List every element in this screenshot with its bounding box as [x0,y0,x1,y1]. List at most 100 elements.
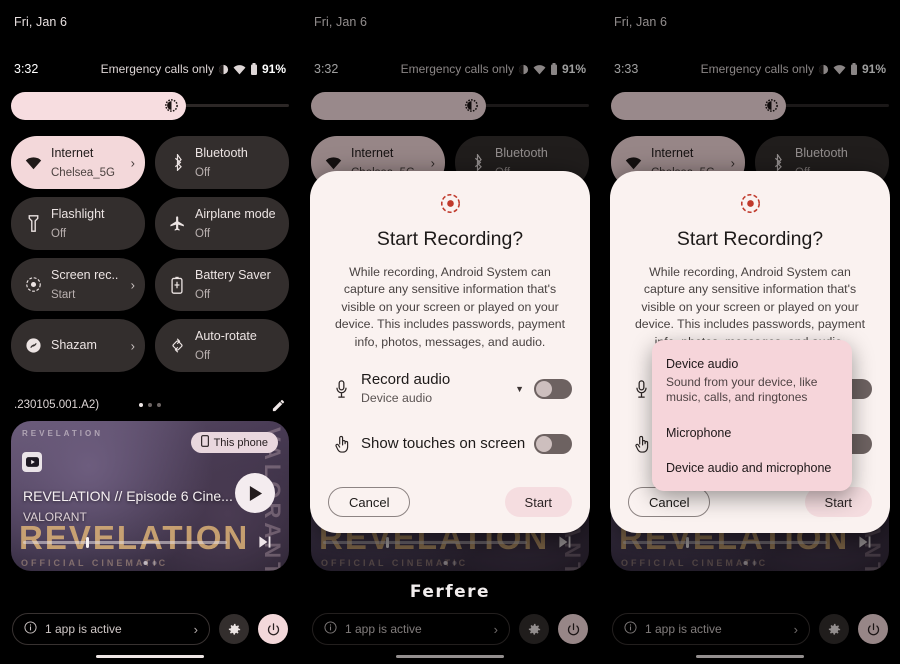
chevron-right-icon[interactable]: › [131,338,135,353]
brightness-icon [164,98,179,113]
chevron-right-icon[interactable]: › [131,155,135,170]
bottom-bar: 1 app is active › [600,612,900,646]
tile-label: Internet [651,146,694,161]
brightness-slider[interactable] [11,92,289,120]
tile-screen-record[interactable]: Screen rec.. Start › [11,258,145,311]
microphone-icon [328,380,354,398]
active-apps-label: 1 app is active [645,622,722,636]
settings-button[interactable] [519,614,549,644]
chevron-right-icon[interactable]: › [794,622,798,637]
build-number: .230105.001.A2) [14,399,100,411]
status-clock: 3:33 [614,62,639,76]
media-page-dots [443,561,457,565]
pencil-icon[interactable] [271,398,286,413]
tile-label: Internet [51,146,94,161]
show-touches-toggle[interactable] [534,434,572,455]
media-output-badge[interactable]: This phone [190,432,278,453]
panel-right: Fri, Jan 6 3:33 Emergency calls only 91% [600,0,900,664]
chevron-right-icon[interactable]: › [731,155,735,170]
active-apps-chip[interactable]: 1 app is active › [12,613,210,645]
auto-rotate-icon [166,337,188,354]
status-date: Fri, Jan 6 [614,15,668,29]
flashlight-icon [22,215,44,232]
power-icon [867,622,879,635]
media-next-button[interactable] [857,534,873,555]
media-player-card[interactable]: REVELATION VALORANT REVELATION OFFICIAL … [11,421,289,571]
settings-button[interactable] [819,614,849,644]
record-audio-toggle[interactable] [534,379,572,400]
play-icon [249,485,262,501]
start-button[interactable]: Start [804,487,872,518]
status-bar: 3:32 Emergency calls only 91% [300,62,600,76]
start-button[interactable]: Start [504,487,572,518]
seek-knob[interactable] [386,537,390,548]
navigation-pill[interactable] [396,655,504,658]
cancel-button[interactable]: Cancel [328,487,411,518]
tile-bluetooth[interactable]: Bluetooth Off [155,136,289,189]
chevron-right-icon[interactable]: › [431,155,435,170]
tile-sublabel: Off [51,227,67,240]
tile-label: Airplane mode [195,207,276,222]
tile-internet[interactable]: Internet Chelsea_5G › [11,136,145,189]
media-next-button[interactable] [557,534,573,555]
power-button[interactable] [258,614,288,644]
navigation-pill[interactable] [696,655,804,658]
cancel-button[interactable]: Cancel [628,487,711,518]
brightness-fill [311,92,487,120]
option-show-touches[interactable]: Show touches on screen [328,427,572,461]
alert-icon [518,64,529,75]
battery-saver-icon [166,276,188,294]
gear-icon [528,623,540,635]
media-seekbar[interactable] [623,537,827,548]
active-apps-chip[interactable]: 1 app is active › [312,613,510,645]
power-button[interactable] [558,614,588,644]
navigation-pill[interactable] [96,655,204,658]
skip-next-icon [259,536,271,548]
tile-airplane-mode[interactable]: Airplane mode Off [155,197,289,250]
alert-icon [218,64,229,75]
tile-flashlight[interactable]: Flashlight Off [11,197,145,250]
dropdown-item-microphone[interactable]: Microphone [652,412,852,448]
battery-percent: 91% [261,62,286,76]
media-next-button[interactable] [257,534,273,555]
brightness-slider[interactable] [611,92,889,120]
carrier-label: Emergency calls only [100,62,214,76]
media-seekbar[interactable] [323,537,527,548]
dropdown-item-device-audio[interactable]: Device audio Sound from your device, lik… [652,350,852,412]
tile-battery-saver[interactable]: Battery Saver Off [155,258,289,311]
dropdown-item-device-audio-and-microphone[interactable]: Device audio and microphone [652,447,852,483]
touch-icon [328,435,354,453]
battery-icon [850,63,858,75]
brightness-fill [611,92,787,120]
panel-middle: Fri, Jan 6 3:32 Emergency calls only 91% [300,0,600,664]
airplane-icon [166,215,188,232]
option-sublabel: Device audio [361,391,433,406]
gear-icon [228,623,240,635]
tile-auto-rotate[interactable]: Auto-rotate Off [155,319,289,372]
seek-knob[interactable] [86,537,90,548]
wifi-icon [622,156,644,170]
media-seekbar[interactable] [23,537,227,548]
seek-knob[interactable] [686,537,690,548]
brightness-slider[interactable] [311,92,589,120]
screen-record-icon [328,193,572,214]
media-play-button[interactable] [235,473,275,513]
option-label: Show touches on screen [361,435,526,453]
microphone-icon [628,380,654,398]
chevron-down-icon[interactable]: ▼ [515,384,524,394]
active-apps-chip[interactable]: 1 app is active › [612,613,810,645]
tile-shazam[interactable]: Shazam › [11,319,145,372]
bluetooth-icon [166,154,188,171]
chevron-right-icon[interactable]: › [194,622,198,637]
media-art-word: REVELATION [19,519,250,556]
power-button[interactable] [858,614,888,644]
option-record-audio[interactable]: Record audio Device audio ▼ [328,371,572,407]
tile-sublabel: Off [195,288,211,301]
screen-record-icon [628,193,872,214]
settings-button[interactable] [219,614,249,644]
chevron-right-icon[interactable]: › [494,622,498,637]
toggle-knob [536,381,552,398]
gear-icon [828,623,840,635]
dropdown-item-label: Device audio [666,357,739,371]
chevron-right-icon[interactable]: › [131,277,135,292]
